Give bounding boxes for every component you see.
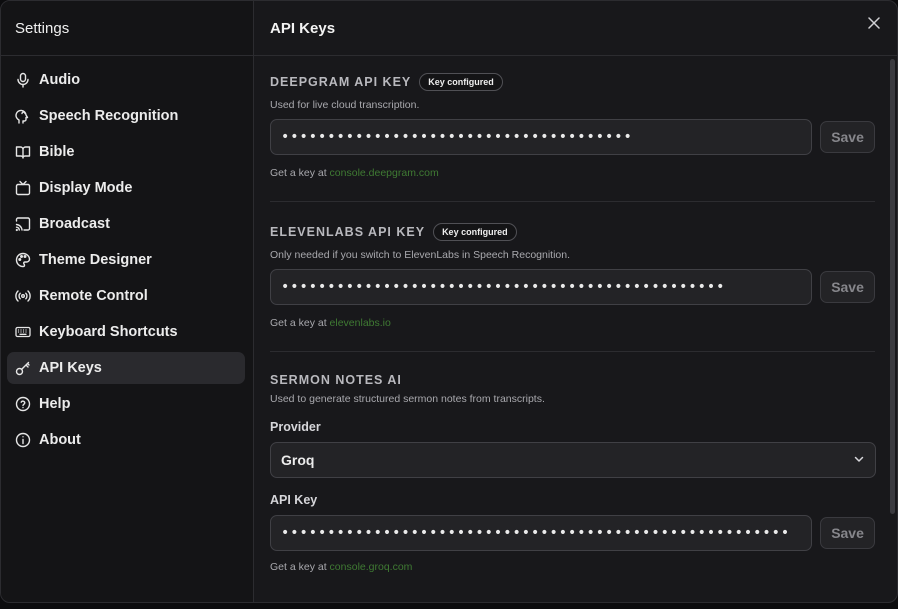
close-icon <box>868 16 880 34</box>
elevenlabs-save-button[interactable]: Save <box>820 271 875 303</box>
settings-content: DEEPGRAM API KEY Key configured Used for… <box>270 56 876 602</box>
sidebar-item-display-mode[interactable]: Display Mode <box>7 172 245 204</box>
groq-hint: Get a key at console.groq.com <box>270 561 875 573</box>
sidebar-item-api-keys[interactable]: API Keys <box>7 352 245 384</box>
cast-icon <box>15 216 31 232</box>
status-badge: Key configured <box>433 223 517 241</box>
hint-text: Get a key at <box>270 167 327 179</box>
sidebar-item-theme-designer[interactable]: Theme Designer <box>7 244 245 276</box>
deepgram-section: DEEPGRAM API KEY Key configured Used for… <box>270 56 875 179</box>
palette-icon <box>15 252 31 268</box>
tv-icon <box>15 180 31 196</box>
deepgram-title: DEEPGRAM API KEY <box>270 75 412 89</box>
sidebar-item-label: Help <box>39 396 71 412</box>
close-button[interactable] <box>865 16 883 34</box>
deepgram-hint: Get a key at console.deepgram.com <box>270 167 875 179</box>
elevenlabs-hint: Get a key at elevenlabs.io <box>270 317 875 329</box>
provider-label: Provider <box>270 420 321 434</box>
deepgram-link[interactable]: console.deepgram.com <box>330 167 439 179</box>
groq-save-button[interactable]: Save <box>820 517 875 549</box>
sidebar-item-label: Bible <box>39 144 75 160</box>
sidebar-item-label: Remote Control <box>39 288 148 304</box>
sidebar-item-bible[interactable]: Bible <box>7 136 245 168</box>
settings-dialog: Settings Audio Speech Recognition Bible <box>0 0 898 603</box>
sidebar-item-label: Audio <box>39 72 81 88</box>
key-icon <box>15 360 31 376</box>
sidebar-nav: Audio Speech Recognition Bible Display M… <box>1 56 253 456</box>
status-badge: Key configured <box>419 73 503 91</box>
sidebar-item-broadcast[interactable]: Broadcast <box>7 208 245 240</box>
speech-head-icon <box>15 108 31 124</box>
chevron-down-icon <box>853 452 865 468</box>
page-title: API Keys <box>254 1 897 56</box>
sidebar-item-label: Broadcast <box>39 216 110 232</box>
sermon-notes-description: Used to generate structured sermon notes… <box>270 393 545 405</box>
sidebar-item-label: Speech Recognition <box>39 108 179 124</box>
main-panel: API Keys DEEPGRAM API KEY Key configured… <box>254 1 897 602</box>
sidebar-item-about[interactable]: About <box>7 424 245 456</box>
book-open-icon <box>15 144 31 160</box>
radio-signal-icon <box>15 288 31 304</box>
scrollbar[interactable] <box>890 59 895 514</box>
hint-text: Get a key at <box>270 561 327 573</box>
sidebar-item-label: Display Mode <box>39 180 133 196</box>
sermon-notes-title: SERMON NOTES AI <box>270 373 402 387</box>
provider-value: Groq <box>281 452 315 468</box>
elevenlabs-key-input[interactable] <box>270 269 813 305</box>
elevenlabs-section: ELEVENLABS API KEY Key configured Only n… <box>270 202 875 329</box>
sidebar-item-label: Keyboard Shortcuts <box>39 324 178 340</box>
deepgram-description: Used for live cloud transcription. <box>270 99 420 111</box>
elevenlabs-title: ELEVENLABS API KEY <box>270 225 426 239</box>
sidebar-title: Settings <box>1 1 253 56</box>
info-circle-icon <box>15 432 31 448</box>
provider-select[interactable]: Groq <box>270 442 876 478</box>
sermon-notes-section: SERMON NOTES AI Used to generate structu… <box>270 352 876 573</box>
elevenlabs-description: Only needed if you switch to ElevenLabs … <box>270 249 571 261</box>
sidebar-item-label: About <box>39 432 81 448</box>
microphone-icon <box>15 72 31 88</box>
elevenlabs-link[interactable]: elevenlabs.io <box>330 317 391 329</box>
api-key-label: API Key <box>270 493 318 507</box>
deepgram-key-input[interactable] <box>270 119 813 155</box>
sidebar-item-label: Theme Designer <box>39 252 152 268</box>
sidebar-item-keyboard-shortcuts[interactable]: Keyboard Shortcuts <box>7 316 245 348</box>
groq-link[interactable]: console.groq.com <box>330 561 413 573</box>
sidebar-item-remote-control[interactable]: Remote Control <box>7 280 245 312</box>
sidebar-item-help[interactable]: Help <box>7 388 245 420</box>
sidebar-item-speech-recognition[interactable]: Speech Recognition <box>7 100 245 132</box>
deepgram-save-button[interactable]: Save <box>820 121 875 153</box>
hint-text: Get a key at <box>270 317 327 329</box>
groq-key-input[interactable] <box>270 515 813 551</box>
sidebar-item-label: API Keys <box>39 360 102 376</box>
help-circle-icon <box>15 396 31 412</box>
sidebar-item-audio[interactable]: Audio <box>7 64 245 96</box>
keyboard-icon <box>15 324 31 340</box>
sidebar: Settings Audio Speech Recognition Bible <box>1 1 254 602</box>
